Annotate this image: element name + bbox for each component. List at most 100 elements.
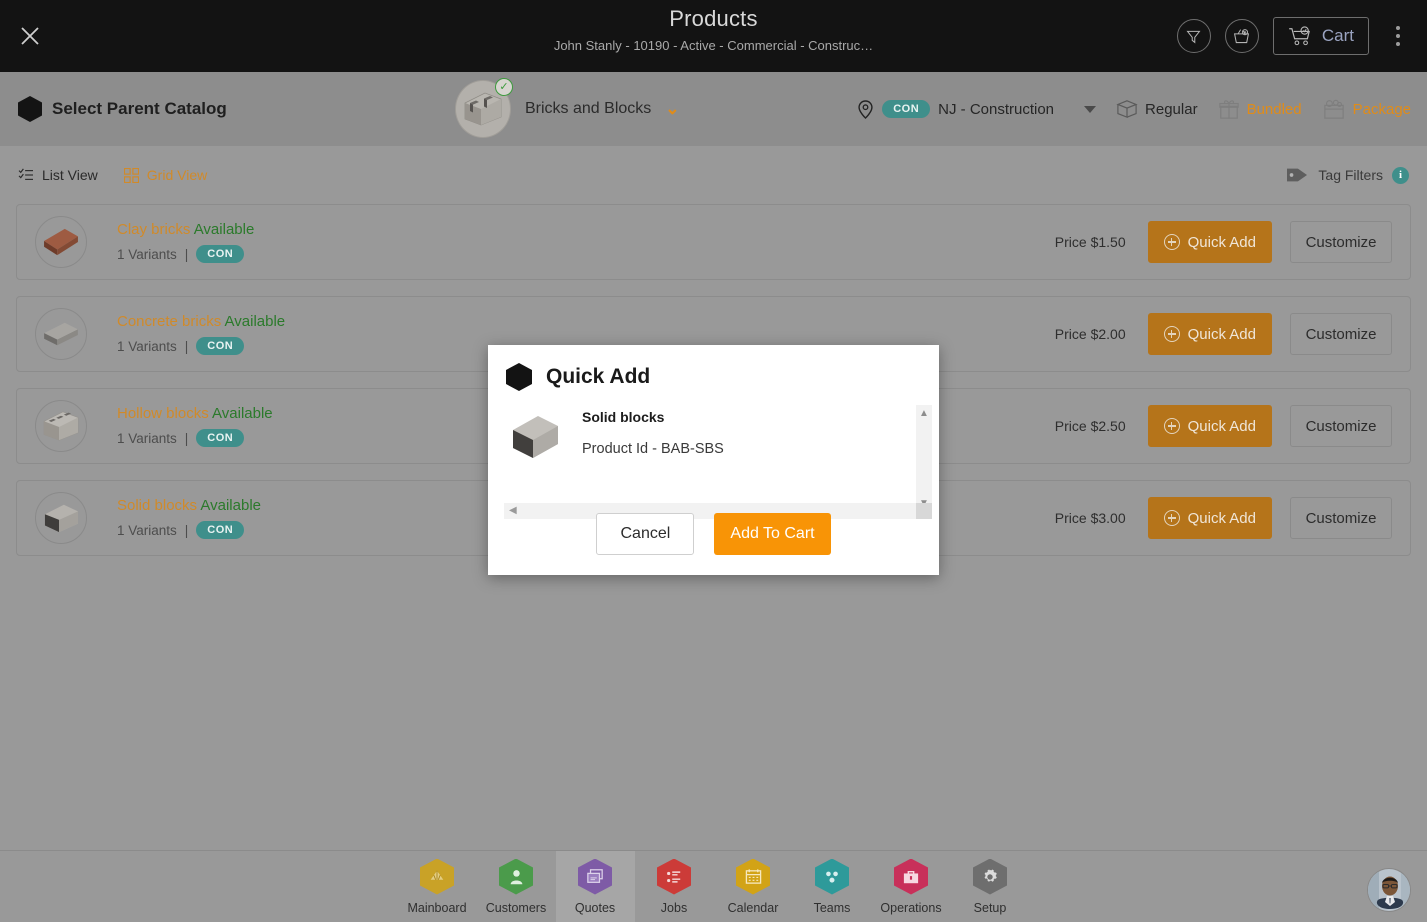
select-parent-catalog-button[interactable]: Select Parent Catalog: [0, 96, 227, 122]
type-filter-bundled-label: Bundled: [1246, 100, 1302, 118]
solid-block-thumb-svg: [513, 416, 558, 458]
solid-block-thumb: [35, 492, 87, 544]
close-icon[interactable]: [0, 0, 60, 72]
nav-item-teams-label: Teams: [813, 900, 851, 915]
tasklist-icon: [657, 858, 691, 895]
plus-circle-icon: [1163, 418, 1180, 434]
quick-add-button[interactable]: Quick Add: [1147, 313, 1272, 355]
tag-filters-button[interactable]: Tag Filters i: [1285, 165, 1409, 185]
top-header-bar: Products John Stanly - 10190 - Active - …: [0, 0, 1427, 72]
nav-item-teams[interactable]: Teams: [793, 851, 872, 922]
nav-item-quotes[interactable]: Quotes: [555, 850, 635, 922]
gift-icon: [1218, 99, 1239, 119]
nav-item-setup-label: Setup: [973, 900, 1007, 915]
catalog-selector[interactable]: ✓ Bricks and Blocks ⌄: [455, 78, 680, 138]
nav-item-calendar[interactable]: Calendar: [714, 851, 793, 922]
nav-item-mainboard-label: Mainboard: [407, 900, 467, 915]
nav-item-mainboard[interactable]: Mainboard: [398, 851, 477, 922]
solid-block-thumb: [506, 409, 564, 465]
cart-icon: [1289, 26, 1310, 46]
product-name[interactable]: Hollow blocks: [117, 405, 209, 422]
status-badge: Available: [212, 405, 273, 422]
dialog-title: Quick Add: [546, 365, 651, 388]
concrete-brick-thumb-svg: [44, 322, 78, 346]
catalog-selected-check-icon: ✓: [495, 78, 513, 96]
avatar[interactable]: [1367, 868, 1411, 912]
customize-button[interactable]: Customize: [1290, 497, 1392, 539]
grid-view-label: Grid View: [146, 167, 208, 183]
solid-block-thumb-svg: [44, 504, 78, 533]
package-icon: [1323, 99, 1344, 119]
nav-item-calendar-label: Calendar: [727, 900, 779, 915]
product-code-badge: CON: [196, 337, 245, 355]
grid-view-button[interactable]: Grid View: [123, 167, 208, 183]
teams-icon: [815, 858, 849, 895]
nav-item-customers[interactable]: Customers: [477, 851, 556, 922]
customize-button[interactable]: Customize: [1290, 405, 1392, 447]
vertical-scrollbar[interactable]: ▲ ▼: [916, 405, 932, 513]
type-filter-regular-label: Regular: [1145, 100, 1198, 118]
kebab-dot: [1396, 34, 1400, 38]
nav-item-operations-label: Operations: [880, 900, 942, 915]
product-price: Price $2.50: [1054, 418, 1126, 434]
nav-item-jobs-label: Jobs: [660, 900, 688, 915]
scroll-up-icon[interactable]: ▲: [919, 409, 929, 419]
basket-add-icon[interactable]: [1224, 19, 1259, 53]
product-code-badge: CON: [196, 245, 245, 263]
location-code-badge: CON: [882, 100, 931, 118]
chevron-down-icon[interactable]: [1084, 105, 1097, 113]
chevron-down-icon[interactable]: ⌄: [665, 99, 679, 119]
quick-add-label: Quick Add: [1187, 509, 1256, 527]
product-meta: 1 Variants | CON: [117, 245, 1055, 263]
info-icon[interactable]: i: [1392, 166, 1409, 184]
nav-item-operations[interactable]: Operations: [872, 851, 951, 922]
nav-item-setup[interactable]: Setup: [951, 851, 1030, 922]
product-code-badge: CON: [196, 521, 245, 539]
list-view-button[interactable]: List View: [18, 167, 98, 183]
teams-icon-svg: [826, 871, 838, 883]
nav-item-quotes-label: Quotes: [574, 900, 616, 915]
tasklist-icon-svg: [667, 870, 681, 883]
bottom-navigation: Mainboard Customers Quotes Jobs Calendar…: [0, 850, 1427, 922]
hexagon-icon: [506, 363, 532, 391]
hexagon-icon: [18, 96, 42, 122]
app-root: Products John Stanly - 10190 - Active - …: [0, 0, 1427, 922]
concrete-brick-thumb: [35, 308, 87, 360]
user-avatar-svg: [1368, 869, 1410, 911]
quick-add-label: Quick Add: [1187, 325, 1256, 343]
product-name[interactable]: Solid blocks: [117, 497, 197, 514]
quick-add-button[interactable]: Quick Add: [1147, 497, 1272, 539]
plus-circle-icon: [1163, 234, 1180, 250]
table-row[interactable]: Clay bricks Available 1 Variants | CON P…: [16, 204, 1411, 280]
cart-button[interactable]: Cart: [1272, 17, 1369, 55]
customize-button[interactable]: Customize: [1290, 221, 1392, 263]
dialog-header: Quick Add: [488, 345, 939, 391]
meta-separator: |: [184, 522, 189, 538]
customize-button[interactable]: Customize: [1290, 313, 1392, 355]
location-selector[interactable]: CON NJ - Construction: [857, 99, 1097, 119]
quick-add-button[interactable]: Quick Add: [1147, 405, 1272, 447]
product-name[interactable]: Concrete bricks: [117, 313, 221, 330]
location-name: NJ - Construction: [938, 100, 1055, 118]
clay-brick-thumb-svg: [44, 228, 78, 256]
tag-icon: [1287, 168, 1308, 182]
quick-add-button[interactable]: Quick Add: [1147, 221, 1272, 263]
product-price: Price $2.00: [1054, 326, 1126, 342]
briefcase-icon: [894, 858, 928, 895]
clay-brick-thumb: [35, 216, 87, 268]
filter-funnel-icon[interactable]: [1176, 19, 1211, 53]
kebab-menu-icon[interactable]: [1383, 17, 1413, 55]
type-filter-bundled[interactable]: Bundled: [1218, 99, 1302, 120]
location-pin-icon: [858, 99, 873, 119]
product-price: Price $1.50: [1054, 234, 1126, 250]
nav-item-jobs[interactable]: Jobs: [635, 851, 714, 922]
view-toggle-group: List View Grid View: [0, 167, 207, 183]
type-filter-regular[interactable]: Regular: [1116, 99, 1198, 119]
cancel-button[interactable]: Cancel: [596, 513, 695, 555]
catalog-name: Bricks and Blocks: [525, 100, 652, 117]
type-filter-package[interactable]: Package: [1322, 99, 1411, 120]
catalog-bar-right: CON NJ - Construction Regular Bundled Pa…: [857, 99, 1411, 120]
tag-filters-label: Tag Filters: [1318, 167, 1383, 183]
add-to-cart-button[interactable]: Add To Cart: [714, 513, 831, 555]
product-name[interactable]: Clay bricks: [117, 221, 190, 238]
